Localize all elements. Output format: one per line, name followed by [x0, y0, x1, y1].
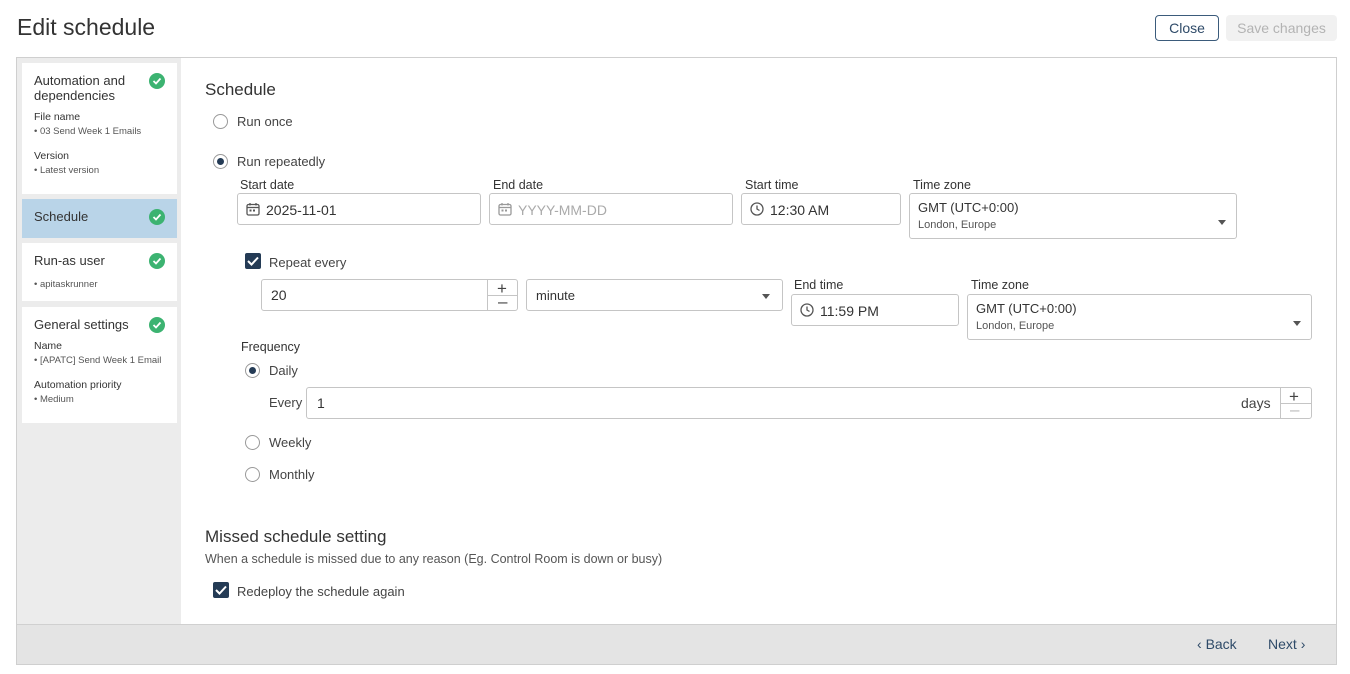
sidebar-item-general-settings[interactable]: General settings Name • [APATC] Send Wee… [22, 307, 177, 423]
priority-value: • Medium [34, 394, 74, 405]
start-time-label: Start time [745, 178, 799, 192]
daily-radio[interactable] [245, 363, 260, 378]
version-value: • Latest version [34, 165, 100, 176]
repeat-value-stepper[interactable]: 20 + – [261, 279, 518, 311]
repeat-unit-value: minute [536, 288, 576, 303]
clock-icon [750, 202, 764, 216]
redeploy-checkbox[interactable] [213, 582, 229, 598]
sidebar-item-label: General settings [34, 317, 129, 332]
next-label: Next [1268, 636, 1297, 652]
schedule-heading: Schedule [205, 80, 276, 99]
check-icon [149, 317, 165, 333]
page-title: Edit schedule [17, 14, 156, 40]
sidebar-item-label: Automation and dependencies [34, 73, 126, 103]
end-date-input[interactable]: YYYY-MM-DD [489, 193, 733, 225]
monthly-radio[interactable] [245, 467, 260, 482]
time-zone-value: GMT (UTC+0:00) [918, 200, 1019, 215]
every-days-stepper[interactable]: 1 days + – [306, 387, 1312, 419]
check-icon [149, 73, 165, 89]
check-icon [149, 253, 165, 269]
time-zone-sub: London, Europe [918, 219, 997, 231]
end-time-label: End time [794, 278, 844, 292]
sidebar-item-run-as-user[interactable]: Run-as user • apitaskrunner [22, 243, 177, 301]
daily-label: Daily [269, 363, 298, 378]
missed-schedule-heading: Missed schedule setting [205, 527, 387, 546]
repeat-unit-select[interactable]: minute [526, 279, 783, 311]
file-name-label: File name [34, 111, 81, 123]
every-label: Every [269, 395, 303, 410]
redeploy-label: Redeploy the schedule again [237, 584, 405, 599]
time-zone-label: Time zone [913, 178, 971, 192]
start-time-input[interactable]: 12:30 AM [741, 193, 901, 225]
run-as-user-value: • apitaskrunner [34, 279, 98, 290]
sidebar-item-automation[interactable]: Automation and dependencies File name • … [22, 63, 177, 194]
weekly-label: Weekly [269, 435, 312, 450]
sidebar-item-label: Run-as user [34, 253, 105, 268]
name-value: • [APATC] Send Week 1 Email [34, 355, 162, 366]
sidebar-item-schedule[interactable]: Schedule [22, 199, 177, 238]
back-label: Back [1205, 636, 1237, 652]
back-button[interactable]: ‹ Back [1197, 636, 1237, 652]
next-button[interactable]: Next › [1268, 636, 1305, 652]
footer-bar: ‹ Back Next › [17, 624, 1336, 664]
schedule-form: Schedule Run once Run repeatedly Start d… [181, 58, 1336, 624]
edit-schedule-panel: Automation and dependencies File name • … [16, 57, 1337, 665]
repeat-every-label: Repeat every [269, 255, 347, 270]
start-date-label: Start date [240, 178, 295, 192]
decrement-icon[interactable]: – [498, 292, 507, 312]
end-time-input[interactable]: 11:59 PM [791, 294, 959, 326]
repeat-value: 20 [271, 287, 287, 303]
weekly-radio[interactable] [245, 435, 260, 450]
end-time-value: 11:59 PM [820, 303, 879, 319]
name-label: Name [34, 340, 63, 352]
start-time-value: 12:30 AM [770, 202, 830, 218]
end-time-zone-select[interactable]: GMT (UTC+0:00) London, Europe [967, 294, 1312, 340]
missed-schedule-description: When a schedule is missed due to any rea… [205, 552, 663, 566]
chevron-left-icon: ‹ [1197, 636, 1202, 652]
run-once-label: Run once [237, 114, 293, 129]
every-value: 1 [317, 395, 325, 411]
repeat-every-checkbox[interactable] [245, 253, 261, 269]
check-icon [149, 209, 165, 225]
monthly-label: Monthly [269, 467, 315, 482]
decrement-icon[interactable]: – [1290, 400, 1299, 420]
calendar-icon [246, 203, 260, 216]
priority-label: Automation priority [34, 379, 122, 391]
sidebar: Automation and dependencies File name • … [17, 58, 181, 624]
chevron-right-icon: › [1300, 636, 1306, 652]
run-once-radio[interactable] [213, 114, 228, 129]
run-repeatedly-label: Run repeatedly [237, 154, 326, 169]
chevron-down-icon [1293, 321, 1301, 326]
calendar-icon [498, 203, 512, 216]
start-date-value: 2025-11-01 [266, 202, 337, 218]
time-zone-2-value: GMT (UTC+0:00) [976, 301, 1077, 316]
clock-icon [800, 303, 814, 317]
days-label: days [1241, 395, 1271, 411]
time-zone-select[interactable]: GMT (UTC+0:00) London, Europe [909, 193, 1237, 239]
save-changes-button[interactable]: Save changes [1226, 15, 1337, 41]
version-label: Version [34, 150, 70, 162]
frequency-label: Frequency [241, 340, 301, 354]
run-repeatedly-radio[interactable] [213, 154, 228, 169]
close-button[interactable]: Close [1155, 15, 1219, 41]
file-name-value: • 03 Send Week 1 Emails [34, 126, 142, 137]
sidebar-item-label: Schedule [34, 209, 89, 224]
time-zone-2-sub: London, Europe [976, 320, 1055, 332]
end-date-label: End date [493, 178, 544, 192]
chevron-down-icon [762, 294, 770, 299]
time-zone-2-label: Time zone [971, 278, 1029, 292]
start-date-input[interactable]: 2025-11-01 [237, 193, 481, 225]
end-date-placeholder: YYYY-MM-DD [518, 202, 607, 218]
chevron-down-icon [1218, 220, 1226, 225]
